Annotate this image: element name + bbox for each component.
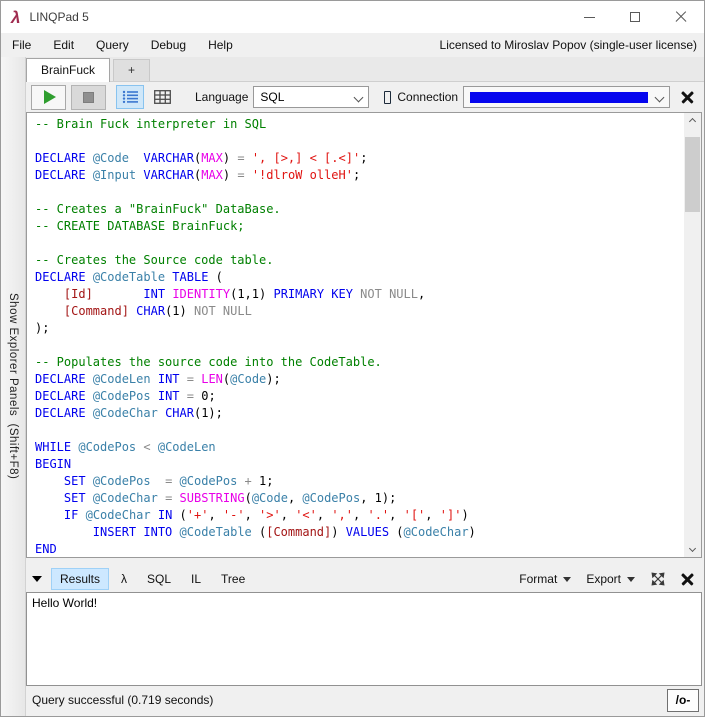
tab-il[interactable]: IL — [183, 569, 209, 589]
caret-down-icon — [627, 576, 635, 582]
app-logo-icon: λ — [11, 7, 21, 27]
tab-sql[interactable]: SQL — [139, 569, 179, 589]
status-bar: Query successful (0.719 seconds) /o- — [26, 686, 704, 716]
chevron-up-icon — [688, 117, 697, 126]
close-icon — [675, 11, 687, 23]
minimize-button[interactable] — [566, 1, 612, 33]
export-label: Export — [586, 572, 621, 586]
tab-lambda[interactable]: λ — [113, 569, 135, 589]
license-text: Licensed to Miroslav Popov (single-user … — [439, 38, 697, 52]
pane-splitter[interactable] — [26, 558, 704, 566]
format-dropdown[interactable]: Format — [519, 572, 572, 586]
menu-bar: File Edit Query Debug Help Licensed to M… — [1, 33, 704, 57]
minimize-icon — [583, 16, 595, 18]
collapse-results-icon[interactable] — [32, 576, 42, 582]
tab-brainfuck[interactable]: BrainFuck — [26, 58, 111, 82]
optimization-button[interactable]: /o- — [667, 688, 699, 712]
language-value: SQL — [260, 90, 285, 104]
query-toolbar: Language SQL Connection — [26, 82, 704, 112]
results-header-actions: Format Export — [519, 571, 698, 587]
connection-label: Connection — [397, 90, 459, 104]
scrollbar-thumb[interactable] — [685, 137, 700, 212]
title-bar: λ LINQPad 5 — [1, 1, 704, 33]
grid-view-icon — [153, 90, 171, 104]
chevron-down-icon — [353, 92, 364, 102]
scroll-up-button[interactable] — [684, 113, 701, 130]
format-label: Format — [519, 572, 558, 586]
menu-debug[interactable]: Debug — [140, 38, 197, 52]
chevron-down-icon — [688, 544, 697, 553]
status-message: Query successful (0.719 seconds) — [32, 693, 214, 707]
run-button[interactable] — [31, 84, 66, 110]
connection-icon — [384, 90, 392, 104]
rich-text-view-icon — [122, 90, 138, 104]
linqpad-window: λ LINQPad 5 File Edit Query Debug Help L… — [0, 0, 705, 717]
language-label: Language — [195, 90, 249, 104]
main-area: Show Explorer Panels (Shift+F8) BrainFuc… — [1, 57, 704, 716]
connection-value-redacted — [470, 91, 648, 103]
results-header: Results λ SQL IL Tree Format Export — [26, 566, 704, 592]
stop-button[interactable] — [71, 84, 106, 110]
stop-icon — [83, 91, 94, 103]
arrange-panels-icon[interactable] — [650, 571, 666, 587]
run-icon — [44, 90, 56, 104]
menu-help[interactable]: Help — [197, 38, 244, 52]
tab-tree[interactable]: Tree — [213, 569, 253, 589]
tab-results[interactable]: Results — [51, 568, 110, 590]
language-select[interactable]: SQL — [253, 86, 370, 108]
maximize-button[interactable] — [612, 1, 658, 33]
explorer-panels-rail[interactable]: Show Explorer Panels (Shift+F8) — [1, 57, 26, 716]
rich-text-results-toggle[interactable] — [116, 85, 144, 109]
close-query-button[interactable] — [670, 91, 704, 104]
workspace: BrainFuck + Language SQL Connection -- B… — [26, 57, 704, 716]
explorer-panels-label: Show Explorer Panels (Shift+F8) — [7, 293, 19, 480]
scroll-down-button[interactable] — [684, 540, 701, 557]
query-tab-strip: BrainFuck + — [26, 57, 704, 82]
query-output: Hello World! — [32, 596, 98, 610]
menu-query[interactable]: Query — [85, 38, 140, 52]
close-query-icon — [681, 91, 694, 104]
new-tab-button[interactable]: + — [113, 59, 151, 81]
results-panel: Hello World! — [26, 592, 702, 686]
maximize-icon — [630, 12, 640, 22]
chevron-down-icon — [654, 92, 665, 102]
export-dropdown[interactable]: Export — [586, 572, 635, 586]
connection-select[interactable] — [463, 86, 670, 108]
caret-down-icon — [563, 576, 572, 582]
menu-file[interactable]: File — [1, 38, 42, 52]
window-title: LINQPad 5 — [29, 10, 89, 24]
data-grid-results-toggle[interactable] — [148, 85, 176, 109]
close-button[interactable] — [658, 1, 704, 33]
editor-scrollbar[interactable] — [684, 113, 701, 557]
code-area[interactable]: -- Brain Fuck interpreter in SQL DECLARE… — [35, 116, 683, 557]
menu-edit[interactable]: Edit — [42, 38, 85, 52]
window-controls — [566, 1, 704, 33]
close-results-icon[interactable] — [681, 573, 694, 586]
code-editor[interactable]: -- Brain Fuck interpreter in SQL DECLARE… — [26, 112, 702, 558]
